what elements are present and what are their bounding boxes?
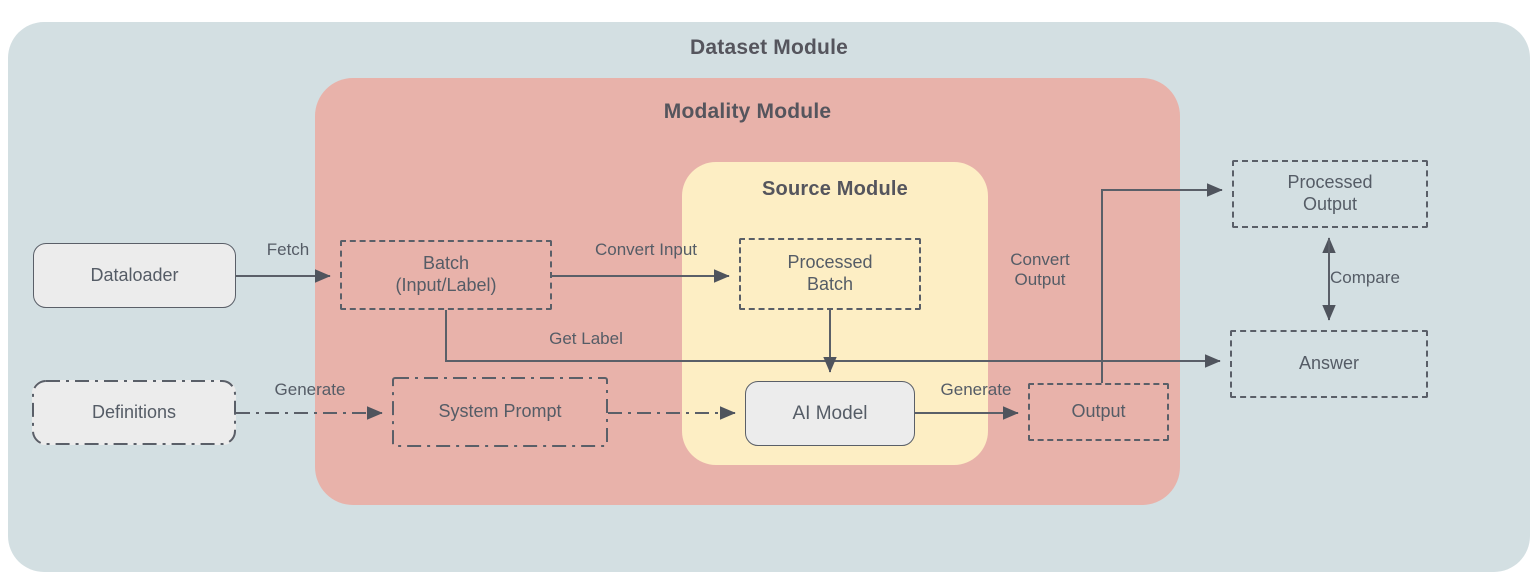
node-dataloader-label: Dataloader	[90, 264, 179, 285]
node-batch[interactable]: Batch (Input/Label)	[340, 240, 552, 310]
node-dataloader[interactable]: Dataloader	[33, 243, 236, 308]
node-answer-label: Answer	[1298, 353, 1360, 374]
node-definitions-label: Definitions	[91, 401, 177, 422]
node-batch-label: Batch (Input/Label)	[395, 253, 497, 295]
node-ai-model[interactable]: AI Model	[745, 381, 915, 446]
edge-label-compare: Compare	[1330, 268, 1400, 287]
edge-label-get-label: Get Label	[549, 329, 623, 348]
node-processed-output-label: Processed Output	[1287, 172, 1373, 214]
source-module-title: Source Module	[762, 178, 908, 200]
edge-label-generate-output: Generate	[940, 380, 1012, 399]
node-processed-output[interactable]: Processed Output	[1232, 160, 1428, 228]
node-processed-batch[interactable]: Processed Batch	[739, 238, 921, 310]
node-processed-batch-label: Processed Batch	[787, 252, 873, 294]
node-ai-model-label: AI Model	[792, 402, 868, 424]
edge-label-convert-input: Convert Input	[594, 240, 698, 259]
node-output[interactable]: Output	[1028, 383, 1169, 441]
node-system-prompt-label: System Prompt	[438, 401, 562, 422]
edge-label-convert-output: Convert Output	[1010, 250, 1070, 290]
edge-label-generate-prompt: Generate	[274, 380, 346, 399]
diagram-canvas: Dataset Module Modality Module Source Mo…	[0, 0, 1540, 586]
node-system-prompt[interactable]: System Prompt	[392, 377, 608, 447]
edge-label-fetch: Fetch	[266, 240, 310, 259]
node-definitions[interactable]: Definitions	[32, 380, 236, 445]
node-output-label: Output	[1071, 401, 1126, 422]
node-answer[interactable]: Answer	[1230, 330, 1428, 398]
dataset-module-title: Dataset Module	[690, 36, 848, 59]
modality-module-title: Modality Module	[663, 100, 832, 123]
